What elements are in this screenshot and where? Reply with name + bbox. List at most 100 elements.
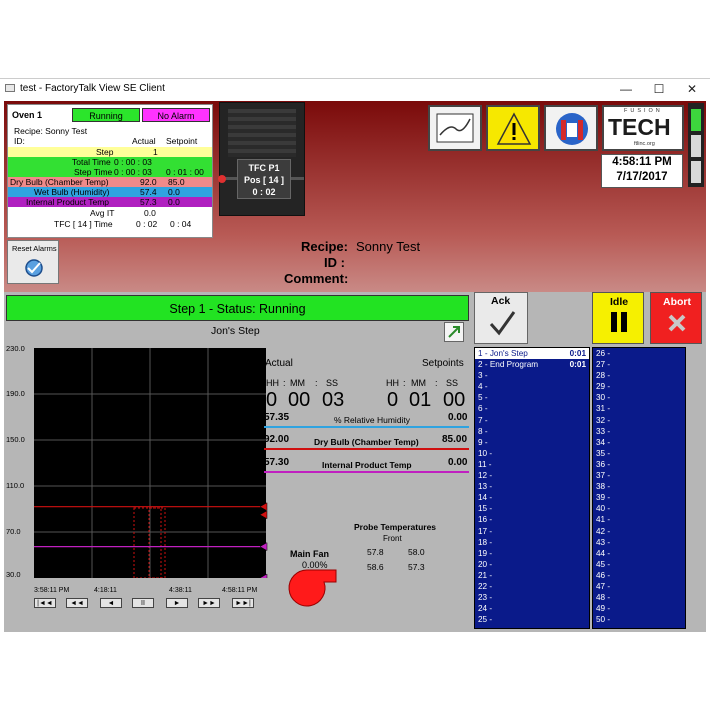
jump-end-button[interactable]: ►►| (232, 598, 254, 608)
step-list-item[interactable]: 6 - (475, 403, 589, 414)
rh-set: 0.00 (448, 412, 468, 423)
step-list-item[interactable]: 31 - (593, 403, 685, 414)
rewind-button[interactable]: ◄ (100, 598, 122, 608)
alarm-summary-button[interactable] (486, 105, 540, 151)
y-tick-label: 30.0 (6, 570, 21, 579)
step-list-item[interactable]: 20 - (475, 559, 589, 570)
db-set: 85.00 (442, 434, 468, 445)
step-list-item-label: 20 - (478, 559, 493, 569)
step-list-item[interactable]: 7 - (475, 415, 589, 426)
step-list-item-label: 8 - (478, 426, 488, 436)
step-list-item[interactable]: 4 - (475, 381, 589, 392)
wet-bulb-actual: 57.4 (140, 187, 157, 197)
step-list-item[interactable]: 9 - (475, 437, 589, 448)
step-list-item[interactable]: 25 - (475, 614, 589, 625)
step-list-item[interactable]: 41 - (593, 514, 685, 525)
step-list-item[interactable]: 45 - (593, 559, 685, 570)
logo-url: ftlinc.org (634, 141, 655, 147)
step-list-item[interactable]: 16 - (475, 514, 589, 525)
step-list-item[interactable]: 35 - (593, 448, 685, 459)
step-list-right[interactable]: 26 -27 -28 -29 -30 -31 -32 -33 -34 -35 -… (592, 347, 686, 629)
rewind-fast-button[interactable]: ◄◄ (66, 598, 88, 608)
step-list-item-label: 2 - End Program (478, 360, 539, 370)
step-list-item[interactable]: 34 - (593, 437, 685, 448)
set-mm: 01 (409, 389, 432, 411)
step-list-item[interactable]: 15 - (475, 503, 589, 514)
step-list-item[interactable]: 29 - (593, 381, 685, 392)
step-list-item[interactable]: 5 - (475, 392, 589, 403)
step-list-item[interactable]: 22 - (475, 581, 589, 592)
step-list-item[interactable]: 37 - (593, 470, 685, 481)
tfc-time-row: TFC [ 14 ] Time 0 : 02 0 : 04 (8, 219, 212, 229)
reset-alarms-button[interactable]: Reset Alarms (7, 240, 59, 284)
actual-ss-label: SS (326, 378, 339, 388)
step-list-item[interactable]: 50 - (593, 614, 685, 625)
pause-button[interactable]: II (132, 598, 154, 608)
step-list-item[interactable]: 12 - (475, 470, 589, 481)
maximize-button[interactable]: ☐ (643, 80, 675, 98)
step-list-item[interactable]: 1 - Jon's Step 0:01 (475, 348, 589, 360)
idle-button[interactable]: Idle (592, 292, 644, 344)
pen-marker-0[interactable] (259, 502, 268, 512)
step-list-item[interactable]: 44 - (593, 548, 685, 559)
step-list-item[interactable]: 24 - (475, 603, 589, 614)
step-list-item[interactable]: 36 - (593, 459, 685, 470)
probe-front-label: Front (383, 534, 402, 543)
recipe-value: Sonny Test (356, 239, 421, 254)
step-list-item[interactable]: 8 - (475, 426, 589, 437)
step-list-item[interactable]: 26 - (593, 348, 685, 359)
step-list-item[interactable]: 38 - (593, 481, 685, 492)
step-list-item[interactable]: 43 - (593, 537, 685, 548)
step-list-item[interactable]: 32 - (593, 415, 685, 426)
step-list-left[interactable]: 1 - Jon's Step 0:01 2 - End Program 0:01 3 -… (474, 347, 590, 629)
step-list-item[interactable]: 40 - (593, 503, 685, 514)
step-list-item[interactable]: 14 - (475, 492, 589, 503)
tfc-time-set: 0 : 04 (170, 219, 192, 229)
ack-button[interactable]: Ack (474, 292, 528, 344)
step-list-item[interactable]: 27 - (593, 359, 685, 370)
expand-trend-button[interactable] (444, 322, 464, 342)
step-list-item[interactable]: 3 - (475, 370, 589, 381)
pen-marker-3[interactable] (259, 573, 268, 578)
abort-button[interactable]: Abort (650, 292, 702, 344)
step-list-item[interactable]: 47 - (593, 581, 685, 592)
step-list-item-label: 25 - (478, 615, 493, 625)
close-button[interactable]: ✕ (676, 80, 708, 98)
play-button[interactable]: ► (166, 598, 188, 608)
step-list-item[interactable]: 33 - (593, 426, 685, 437)
oven-recipe: Recipe: Sonny Test (14, 126, 88, 136)
step-list-item[interactable]: 30 - (593, 392, 685, 403)
step-list-item[interactable]: 13 - (475, 481, 589, 492)
step-list-item[interactable]: 2 - End Program 0:01 (475, 359, 589, 370)
pen-marker-1[interactable] (259, 510, 268, 520)
step-list-item[interactable]: 17 - (475, 526, 589, 537)
step-list-item[interactable]: 39 - (593, 492, 685, 503)
step-list-item-label: 14 - (478, 493, 493, 503)
step-label: Step (96, 147, 114, 157)
step-list-item[interactable]: 48 - (593, 592, 685, 603)
step-status-bar: Step 1 - Status: Running (6, 295, 469, 321)
actual-sep2: : (315, 378, 318, 388)
minimize-button[interactable]: — (610, 80, 642, 98)
forward-fast-button[interactable]: ►► (198, 598, 220, 608)
step-list-item[interactable]: 21 - (475, 570, 589, 581)
trend-button[interactable] (428, 105, 482, 151)
tools-button[interactable] (544, 105, 598, 151)
pen-marker-2[interactable] (259, 542, 268, 552)
trend-chart-icon (436, 113, 474, 143)
fusion-tech-logo: FUSION TECH ftlinc.org (602, 105, 684, 151)
step-value: 1 (153, 147, 158, 157)
step-list-item[interactable]: 42 - (593, 526, 685, 537)
step-list-item[interactable]: 10 - (475, 448, 589, 459)
step-list-item[interactable]: 11 - (475, 459, 589, 470)
step-list-item[interactable]: 19 - (475, 548, 589, 559)
step-list-item[interactable]: 23 - (475, 592, 589, 603)
step-list-item[interactable]: 46 - (593, 570, 685, 581)
step-list-item[interactable]: 49 - (593, 603, 685, 614)
title-bar: test - FactoryTalk View SE Client — ☐ ✕ (0, 79, 710, 99)
step-list-item[interactable]: 28 - (593, 370, 685, 381)
jump-start-button[interactable]: |◄◄ (34, 598, 56, 608)
step-list-item-label: 16 - (478, 515, 493, 525)
comment-label: Comment: (284, 271, 349, 286)
step-list-item[interactable]: 18 - (475, 537, 589, 548)
